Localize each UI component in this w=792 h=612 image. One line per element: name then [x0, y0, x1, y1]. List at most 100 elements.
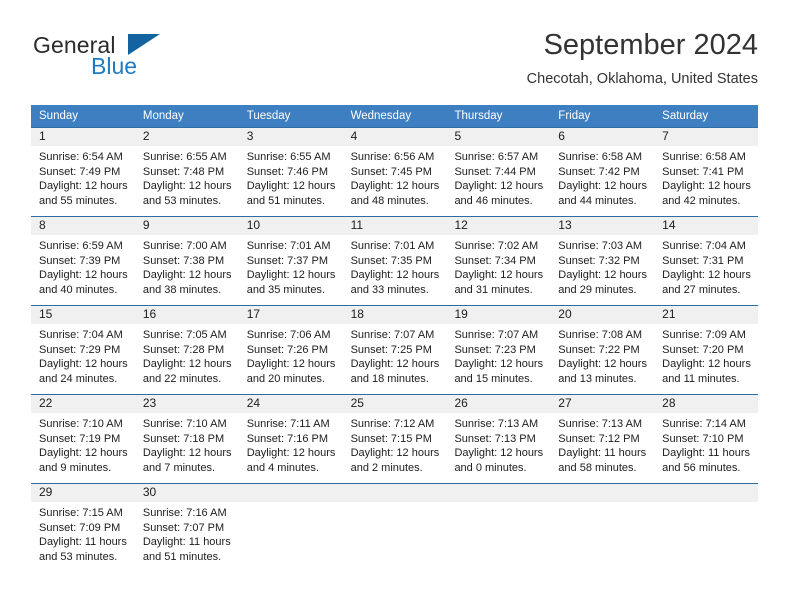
sunset-text: Sunset: 7:29 PM: [39, 343, 121, 356]
sunrise-text: Sunrise: 7:01 AM: [246, 240, 331, 252]
day-cell[interactable]: 20 Sunrise: 7:08 AM Sunset: 7:22 PM Dayl…: [550, 306, 655, 394]
daylight-text-line1: Daylight: 12 hours: [39, 269, 128, 282]
day-number: 24: [238, 395, 343, 413]
sunrise-text: Sunrise: 6:54 AM: [39, 151, 123, 163]
daylight-text-line1: Daylight: 12 hours: [454, 180, 544, 193]
day-cell[interactable]: 12 Sunrise: 7:02 AM Sunset: 7:34 PM Dayl…: [446, 217, 551, 305]
daylight-text-line2: and 22 minutes.: [142, 372, 222, 385]
day-number: 2: [134, 128, 239, 146]
day-number: 25: [342, 395, 447, 413]
day-cell-empty: [654, 484, 759, 572]
day-details: Sunrise: 7:04 AM Sunset: 7:31 PM Dayligh…: [654, 235, 758, 297]
day-cell[interactable]: 3 Sunrise: 6:55 AM Sunset: 7:46 PM Dayli…: [238, 128, 343, 216]
day-cell[interactable]: 16 Sunrise: 7:05 AM Sunset: 7:28 PM Dayl…: [134, 306, 239, 394]
daylight-text-line1: Daylight: 12 hours: [454, 358, 544, 371]
day-cell[interactable]: 25 Sunrise: 7:12 AM Sunset: 7:15 PM Dayl…: [342, 395, 447, 483]
day-details: Sunrise: 7:12 AM Sunset: 7:15 PM Dayligh…: [343, 413, 447, 475]
daylight-text-line2: and 0 minutes.: [454, 461, 527, 474]
daylight-text-line1: Daylight: 12 hours: [142, 180, 232, 193]
day-cell[interactable]: 8 Sunrise: 6:59 AM Sunset: 7:39 PM Dayli…: [31, 217, 135, 305]
sunrise-text: Sunrise: 7:04 AM: [39, 329, 123, 341]
daylight-text-line2: and 18 minutes.: [350, 372, 429, 385]
daylight-text-line2: and 20 minutes.: [246, 372, 325, 385]
day-cell[interactable]: 18 Sunrise: 7:07 AM Sunset: 7:25 PM Dayl…: [342, 306, 447, 394]
day-cell[interactable]: 27 Sunrise: 7:13 AM Sunset: 7:12 PM Dayl…: [550, 395, 655, 483]
sunrise-text: Sunrise: 7:02 AM: [454, 240, 539, 252]
day-cell[interactable]: 22 Sunrise: 7:10 AM Sunset: 7:19 PM Dayl…: [31, 395, 135, 483]
weekday-header-sunday: Sunday: [39, 110, 79, 122]
sunrise-text: Sunrise: 7:09 AM: [662, 329, 746, 341]
day-cell[interactable]: 2 Sunrise: 6:55 AM Sunset: 7:48 PM Dayli…: [134, 128, 239, 216]
day-cell[interactable]: 17 Sunrise: 7:06 AM Sunset: 7:26 PM Dayl…: [238, 306, 343, 394]
daylight-text-line1: Daylight: 12 hours: [454, 447, 544, 460]
day-number: 13: [550, 217, 655, 235]
day-number: 29: [31, 484, 135, 502]
week-row: 22 Sunrise: 7:10 AM Sunset: 7:19 PM Dayl…: [31, 394, 759, 483]
daylight-text-line1: Daylight: 12 hours: [558, 358, 647, 371]
day-cell[interactable]: 23 Sunrise: 7:10 AM Sunset: 7:18 PM Dayl…: [134, 395, 239, 483]
day-cell[interactable]: 30 Sunrise: 7:16 AM Sunset: 7:07 PM Dayl…: [134, 484, 239, 572]
calendar-page: General Blue September 2024 Checotah, Ok…: [0, 0, 792, 612]
sunrise-text: Sunrise: 7:04 AM: [662, 240, 746, 252]
daylight-text-line2: and 56 minutes.: [662, 461, 741, 474]
sunrise-text: Sunrise: 7:10 AM: [39, 418, 123, 430]
day-cell[interactable]: 26 Sunrise: 7:13 AM Sunset: 7:13 PM Dayl…: [446, 395, 551, 483]
daylight-text-line2: and 24 minutes.: [39, 372, 118, 385]
day-cell[interactable]: 24 Sunrise: 7:11 AM Sunset: 7:16 PM Dayl…: [238, 395, 343, 483]
sunset-text: Sunset: 7:20 PM: [662, 343, 744, 356]
day-number: 18: [342, 306, 447, 324]
day-cell[interactable]: 11 Sunrise: 7:01 AM Sunset: 7:35 PM Dayl…: [342, 217, 447, 305]
brand-logo[interactable]: General Blue: [31, 28, 261, 86]
day-cell[interactable]: 10 Sunrise: 7:01 AM Sunset: 7:37 PM Dayl…: [238, 217, 343, 305]
day-number: 22: [31, 395, 135, 413]
day-number: 9: [134, 217, 239, 235]
daylight-text-line1: Daylight: 12 hours: [350, 358, 440, 371]
sunrise-text: Sunrise: 7:11 AM: [246, 418, 330, 430]
day-details: Sunrise: 7:13 AM Sunset: 7:12 PM Dayligh…: [550, 413, 654, 475]
daylight-text-line2: and 38 minutes.: [142, 283, 222, 296]
day-cell[interactable]: 21 Sunrise: 7:09 AM Sunset: 7:20 PM Dayl…: [654, 306, 759, 394]
day-cell[interactable]: 7 Sunrise: 6:58 AM Sunset: 7:41 PM Dayli…: [654, 128, 759, 216]
sunset-text: Sunset: 7:37 PM: [246, 254, 329, 267]
daylight-text-line1: Daylight: 12 hours: [39, 358, 128, 371]
day-cell[interactable]: 29 Sunrise: 7:15 AM Sunset: 7:09 PM Dayl…: [31, 484, 135, 572]
day-number: 17: [238, 306, 343, 324]
day-cell[interactable]: 6 Sunrise: 6:58 AM Sunset: 7:42 PM Dayli…: [550, 128, 655, 216]
day-cell[interactable]: 5 Sunrise: 6:57 AM Sunset: 7:44 PM Dayli…: [446, 128, 551, 216]
sunset-text: Sunset: 7:49 PM: [39, 165, 121, 178]
daylight-text-line1: Daylight: 11 hours: [558, 447, 647, 460]
week-row: 8 Sunrise: 6:59 AM Sunset: 7:39 PM Dayli…: [31, 216, 759, 305]
day-cell[interactable]: 4 Sunrise: 6:56 AM Sunset: 7:45 PM Dayli…: [342, 128, 447, 216]
day-details: Sunrise: 6:58 AM Sunset: 7:42 PM Dayligh…: [550, 146, 654, 208]
day-number: 27: [550, 395, 655, 413]
sunset-text: Sunset: 7:42 PM: [558, 165, 640, 178]
day-details: Sunrise: 6:59 AM Sunset: 7:39 PM Dayligh…: [31, 235, 135, 297]
day-cell[interactable]: 15 Sunrise: 7:04 AM Sunset: 7:29 PM Dayl…: [31, 306, 135, 394]
daylight-text-line1: Daylight: 12 hours: [142, 447, 232, 460]
day-cell[interactable]: 28 Sunrise: 7:14 AM Sunset: 7:10 PM Dayl…: [654, 395, 759, 483]
daylight-text-line2: and 51 minutes.: [142, 550, 222, 563]
daylight-text-line1: Daylight: 12 hours: [558, 180, 647, 193]
daylight-text-line1: Daylight: 12 hours: [246, 358, 336, 371]
day-details: Sunrise: 7:15 AM Sunset: 7:09 PM Dayligh…: [31, 502, 135, 564]
daylight-text-line2: and 2 minutes.: [350, 461, 423, 474]
day-details: Sunrise: 6:58 AM Sunset: 7:41 PM Dayligh…: [654, 146, 758, 208]
day-number: [446, 484, 551, 502]
sunset-text: Sunset: 7:34 PM: [454, 254, 536, 267]
sunset-text: Sunset: 7:41 PM: [662, 165, 744, 178]
weekday-header-row: Sunday Monday Tuesday Wednesday Thursday…: [31, 105, 758, 127]
day-details: Sunrise: 7:00 AM Sunset: 7:38 PM Dayligh…: [135, 235, 239, 297]
day-cell[interactable]: 9 Sunrise: 7:00 AM Sunset: 7:38 PM Dayli…: [134, 217, 239, 305]
sunrise-text: Sunrise: 7:14 AM: [662, 418, 746, 430]
daylight-text-line1: Daylight: 11 hours: [662, 447, 751, 460]
weekday-header-thursday: Thursday: [454, 110, 503, 122]
day-number: 26: [446, 395, 551, 413]
day-details: Sunrise: 7:08 AM Sunset: 7:22 PM Dayligh…: [550, 324, 654, 386]
day-number: 19: [446, 306, 551, 324]
day-cell[interactable]: 1 Sunrise: 6:54 AM Sunset: 7:49 PM Dayli…: [31, 128, 135, 216]
day-details: Sunrise: 7:04 AM Sunset: 7:29 PM Dayligh…: [31, 324, 135, 386]
day-cell[interactable]: 13 Sunrise: 7:03 AM Sunset: 7:32 PM Dayl…: [550, 217, 655, 305]
day-number: [550, 484, 655, 502]
day-cell[interactable]: 14 Sunrise: 7:04 AM Sunset: 7:31 PM Dayl…: [654, 217, 759, 305]
day-cell[interactable]: 19 Sunrise: 7:07 AM Sunset: 7:23 PM Dayl…: [446, 306, 551, 394]
